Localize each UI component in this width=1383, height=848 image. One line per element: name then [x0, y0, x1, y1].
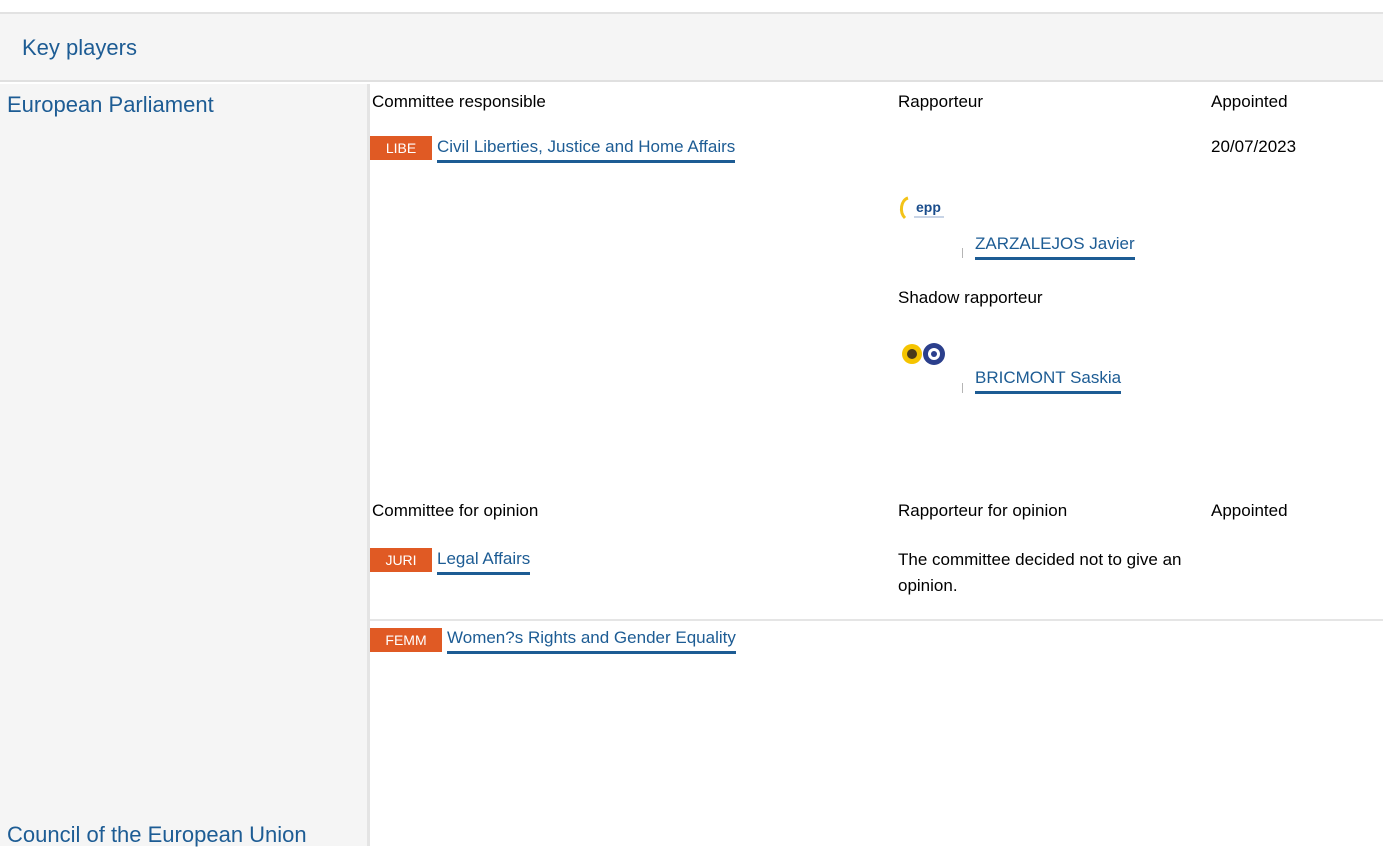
header-committee-opinion: Committee for opinion [372, 501, 539, 520]
committee-badge-femm: FEMM [370, 628, 442, 652]
header-rapporteur-opinion: Rapporteur for opinion [898, 501, 1068, 520]
committee-link-femm[interactable]: Women?s Rights and Gender Equality [447, 627, 736, 654]
committee-badge-juri: JURI [370, 548, 432, 572]
shadow-rapporteur-link-bricmont[interactable]: BRICMONT Saskia [975, 367, 1122, 394]
committee-badge-libe: LIBE [370, 136, 432, 160]
header-rapporteur: Rapporteur [898, 92, 984, 111]
row-separator [370, 619, 1383, 621]
svg-text:epp: epp [916, 199, 941, 215]
header-appointed: Appointed [1211, 92, 1288, 111]
epp-group-logo: epp [899, 196, 944, 220]
logo-tick [962, 383, 963, 393]
committee-link-libe[interactable]: Civil Liberties, Justice and Home Affair… [437, 136, 736, 163]
header-committee-responsible: Committee responsible [372, 92, 546, 111]
opinion-note: The committee decided not to give an opi… [898, 550, 1182, 595]
column-divider [367, 84, 370, 846]
header-appointed-opinion: Appointed [1211, 501, 1288, 520]
section-title-council: Council of the European Union [7, 822, 307, 847]
left-column [0, 84, 370, 846]
section-title-european-parliament: European Parliament [7, 92, 214, 117]
rapporteur-link-zarzalejos[interactable]: ZARZALEJOS Javier [975, 233, 1135, 260]
appointed-date: 20/07/2023 [1211, 137, 1297, 156]
greens-efa-group-logo [902, 343, 945, 365]
key-players-title: Key players [22, 35, 137, 60]
key-players-header [0, 14, 1383, 82]
shadow-rapporteur-label: Shadow rapporteur [898, 288, 1043, 307]
logo-tick [962, 248, 963, 258]
committee-link-juri[interactable]: Legal Affairs [437, 548, 531, 575]
